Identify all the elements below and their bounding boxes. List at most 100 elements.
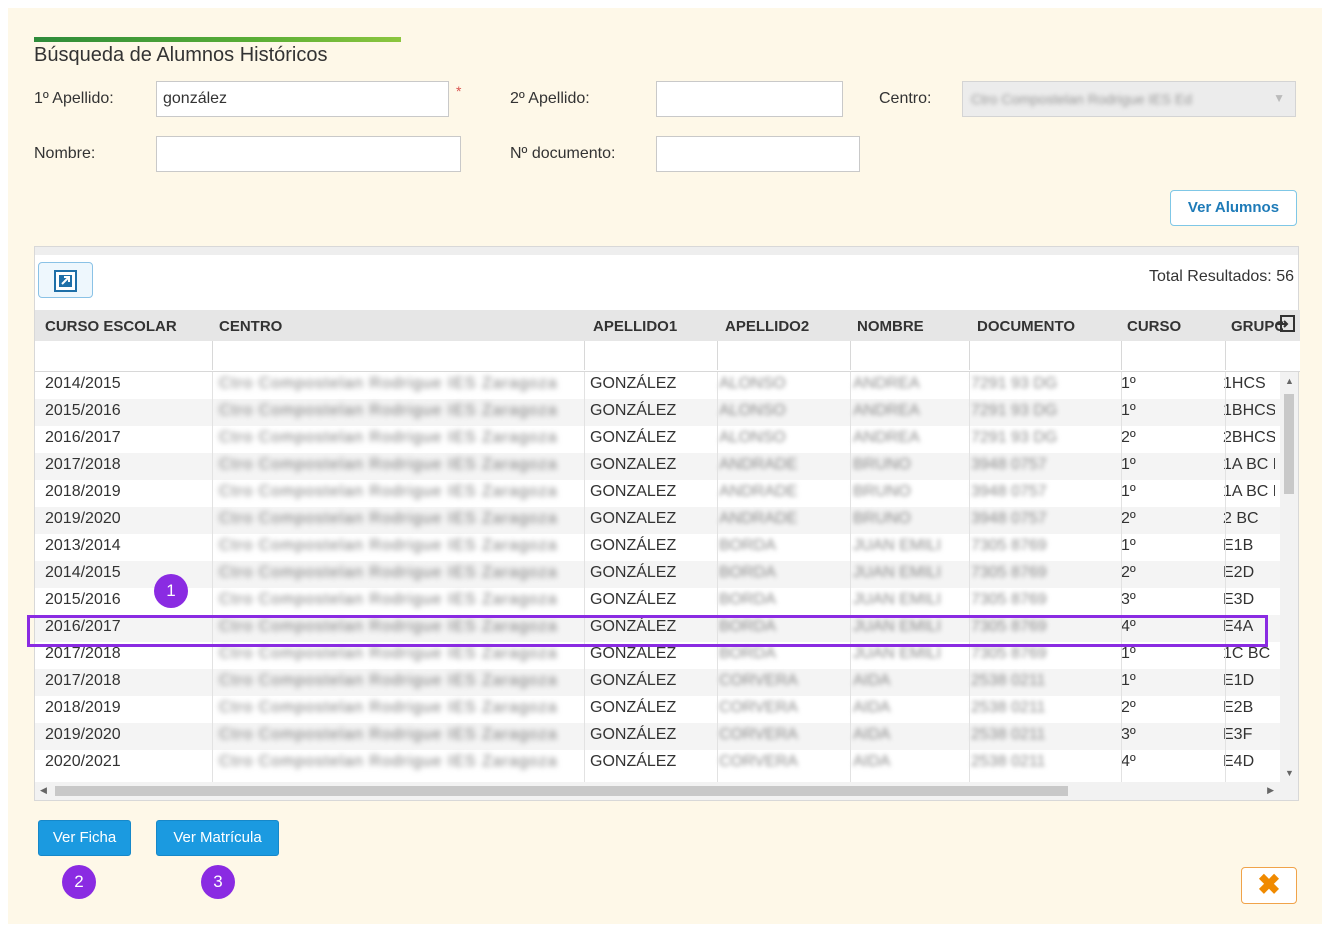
ver-matricula-button[interactable]: Ver Matrícula bbox=[156, 820, 279, 856]
table-row[interactable]: 2018/2019 Ctro Compostelan Rodrigue IES Z… bbox=[35, 696, 1280, 723]
cell-grupo: 2BHCS bbox=[1223, 429, 1275, 446]
col-header-centro[interactable]: CENTRO bbox=[219, 318, 282, 335]
cell-nombre: JUAN EMILI bbox=[853, 564, 942, 581]
cell-apellido1: GONZÁLEZ bbox=[590, 726, 677, 743]
table-row[interactable]: 2020/2021 Ctro Compostelan Rodrigue IES Z… bbox=[35, 750, 1280, 777]
cell-centro: Ctro Compostelan Rodrigue IES Zaragoza bbox=[219, 456, 558, 473]
cell-grupo: E1D bbox=[1223, 672, 1255, 689]
cell-apellido1: GONZÁLEZ bbox=[590, 402, 677, 419]
cell-documento: 7305 8769 bbox=[971, 564, 1047, 581]
col-header-apellido2[interactable]: APELLIDO2 bbox=[725, 318, 809, 335]
cell-centro: Ctro Compostelan Rodrigue IES Zaragoza bbox=[219, 483, 558, 500]
col-header-apellido1[interactable]: APELLIDO1 bbox=[593, 318, 677, 335]
cell-grupo: E4D bbox=[1223, 753, 1255, 770]
cell-documento: 2538 0211 bbox=[971, 726, 1046, 743]
cell-nombre: JUAN EMILI bbox=[853, 645, 942, 662]
cell-curso: 2º bbox=[1121, 429, 1136, 446]
column-divider bbox=[584, 372, 585, 782]
column-chooser-icon[interactable] bbox=[1275, 313, 1297, 335]
cell-grupo: E3F bbox=[1223, 726, 1253, 743]
scroll-left-icon[interactable]: ◀ bbox=[40, 785, 47, 796]
cell-centro: Ctro Compostelan Rodrigue IES Zaragoza bbox=[219, 429, 558, 446]
table-row[interactable]: 2015/2016 Ctro Compostelan Rodrigue IES Z… bbox=[35, 399, 1280, 426]
centro-label: Centro: bbox=[879, 90, 932, 107]
cell-curso-escolar: 2017/2018 bbox=[45, 456, 121, 473]
cell-grupo: E1B bbox=[1223, 537, 1254, 554]
filter-curso-escolar[interactable] bbox=[35, 341, 212, 370]
table-row[interactable]: 2017/2018 Ctro Compostelan Rodrigue IES Z… bbox=[35, 453, 1280, 480]
cell-curso-escolar: 2015/2016 bbox=[45, 591, 121, 608]
table-row[interactable]: 2015/2016 Ctro Compostelan Rodrigue IES Z… bbox=[35, 588, 1280, 615]
filter-centro[interactable] bbox=[212, 341, 584, 370]
close-button[interactable]: ✖ bbox=[1241, 867, 1297, 904]
scroll-down-icon[interactable]: ▼ bbox=[1285, 768, 1294, 778]
horizontal-scrollbar[interactable]: ◀ ▶ bbox=[35, 782, 1298, 800]
cell-curso-escolar: 2014/2015 bbox=[45, 375, 121, 392]
cell-curso: 1º bbox=[1121, 645, 1136, 662]
table-row[interactable]: 2016/2017 Ctro Compostelan Rodrigue IES Z… bbox=[35, 426, 1280, 453]
table-row[interactable]: 2013/2014 Ctro Compostelan Rodrigue IES Z… bbox=[35, 534, 1280, 561]
cell-curso: 2º bbox=[1121, 510, 1136, 527]
cell-curso-escolar: 2020/2021 bbox=[45, 753, 121, 770]
cell-centro: Ctro Compostelan Rodrigue IES Zaragoza bbox=[219, 402, 558, 419]
cell-curso: 1º bbox=[1121, 456, 1136, 473]
cell-nombre: AIDA bbox=[853, 699, 891, 716]
total-results: Total Resultados: 56 bbox=[1149, 268, 1294, 285]
col-header-curso-escolar[interactable]: CURSO ESCOLAR bbox=[45, 318, 177, 335]
apellido2-label: 2º Apellido: bbox=[510, 90, 590, 107]
cell-grupo: 1A BC N bbox=[1223, 456, 1275, 473]
vertical-scrollbar[interactable]: ▲ ▼ bbox=[1280, 372, 1298, 782]
cell-apellido1: GONZÁLEZ bbox=[590, 537, 677, 554]
nombre-input[interactable] bbox=[156, 136, 461, 172]
cell-curso-escolar: 2018/2019 bbox=[45, 699, 121, 716]
cell-curso: 4º bbox=[1121, 753, 1136, 770]
col-header-documento[interactable]: DOCUMENTO bbox=[977, 318, 1075, 335]
filter-curso[interactable] bbox=[1121, 341, 1225, 370]
apellido2-input[interactable] bbox=[656, 81, 843, 117]
cell-grupo: 1HCS bbox=[1223, 375, 1266, 392]
grid-body: 2014/2015 Ctro Compostelan Rodrigue IES Z… bbox=[35, 372, 1280, 782]
table-row[interactable]: 2019/2020 Ctro Compostelan Rodrigue IES Z… bbox=[35, 507, 1280, 534]
cell-apellido2: BORDA bbox=[719, 591, 776, 608]
centro-select[interactable]: Ctro Compostelan Rodrigue IES Ed ▼ bbox=[962, 81, 1296, 117]
cell-apellido1: GONZÁLEZ bbox=[590, 672, 677, 689]
table-row[interactable]: 2019/2020 Ctro Compostelan Rodrigue IES Z… bbox=[35, 723, 1280, 750]
table-row[interactable]: 2014/2015 Ctro Compostelan Rodrigue IES Z… bbox=[35, 561, 1280, 588]
col-header-nombre[interactable]: NOMBRE bbox=[857, 318, 924, 335]
scroll-right-icon[interactable]: ▶ bbox=[1267, 785, 1274, 796]
cell-apellido2: CORVERA bbox=[719, 672, 798, 689]
cell-documento: 2538 0211 bbox=[971, 699, 1046, 716]
filter-documento[interactable] bbox=[969, 341, 1121, 370]
cell-curso: 3º bbox=[1121, 591, 1136, 608]
scroll-up-icon[interactable]: ▲ bbox=[1285, 376, 1294, 386]
col-header-curso[interactable]: CURSO bbox=[1127, 318, 1181, 335]
cell-documento: 7305 8769 bbox=[971, 537, 1047, 554]
filter-apellido1[interactable] bbox=[584, 341, 717, 370]
ver-alumnos-button[interactable]: Ver Alumnos bbox=[1170, 190, 1297, 226]
filter-nombre[interactable] bbox=[850, 341, 969, 370]
cell-curso-escolar: 2015/2016 bbox=[45, 402, 121, 419]
cell-nombre: ANDREA bbox=[853, 429, 920, 446]
cell-curso-escolar: 2014/2015 bbox=[45, 564, 121, 581]
cell-documento: 3948 0757 bbox=[971, 456, 1047, 473]
table-row[interactable]: 2017/2018 Ctro Compostelan Rodrigue IES Z… bbox=[35, 669, 1280, 696]
cell-centro: Ctro Compostelan Rodrigue IES Zaragoza bbox=[219, 699, 558, 716]
horizontal-scroll-thumb[interactable] bbox=[55, 786, 1068, 796]
export-button[interactable] bbox=[38, 262, 93, 298]
column-divider bbox=[850, 372, 851, 782]
results-grid: Total Resultados: 56 CURSO ESCOLAR CENTR… bbox=[34, 246, 1300, 801]
cell-apellido1: GONZÁLEZ bbox=[590, 375, 677, 392]
table-row[interactable]: 2018/2019 Ctro Compostelan Rodrigue IES Z… bbox=[35, 480, 1280, 507]
cell-centro: Ctro Compostelan Rodrigue IES Zaragoza bbox=[219, 591, 558, 608]
table-row[interactable]: 2014/2015 Ctro Compostelan Rodrigue IES Z… bbox=[35, 372, 1280, 399]
filter-apellido2[interactable] bbox=[717, 341, 850, 370]
cell-apellido2: ANDRADE bbox=[719, 456, 798, 473]
cell-apellido1: GONZALEZ bbox=[590, 483, 677, 500]
documento-input[interactable] bbox=[656, 136, 860, 172]
filter-grupo[interactable] bbox=[1225, 341, 1300, 370]
ver-ficha-button[interactable]: Ver Ficha bbox=[38, 820, 131, 856]
cell-nombre: BRUNO bbox=[853, 510, 911, 527]
apellido1-input[interactable] bbox=[156, 81, 449, 117]
chevron-down-icon: ▼ bbox=[1273, 91, 1285, 105]
vertical-scroll-thumb[interactable] bbox=[1284, 394, 1294, 494]
